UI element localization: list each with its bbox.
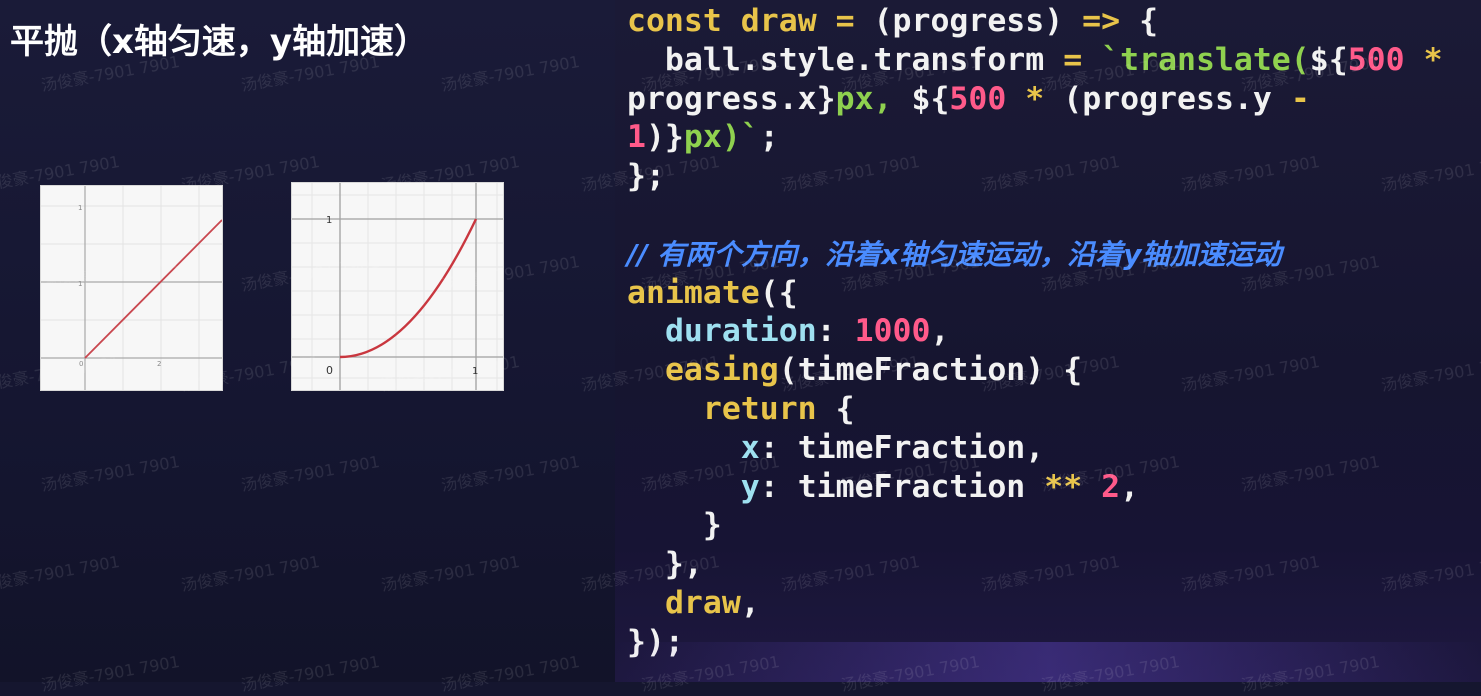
code-token: : — [816, 313, 855, 350]
code-line: } — [627, 506, 1443, 545]
code-token: x — [740, 429, 760, 466]
code-token: ${ — [1309, 41, 1348, 78]
code-token: 1 — [627, 119, 646, 156]
code-token: : timeFraction — [759, 468, 1045, 505]
code-token: duration — [664, 313, 817, 350]
code-token: }; — [627, 158, 665, 195]
bottom-glow — [615, 642, 1481, 682]
code-token: * — [1025, 80, 1045, 117]
code-token: px)` — [683, 119, 760, 156]
code-token: ({ — [759, 274, 798, 311]
code-token: ; — [759, 119, 779, 156]
linear-origin-label: 0 — [79, 360, 83, 368]
code-token: ball.style.transform — [627, 41, 1064, 78]
code-line: draw, — [627, 584, 1443, 623]
code-line: easing(timeFraction) { — [627, 351, 1443, 390]
code-token: { — [816, 390, 855, 427]
quadratic-y-label: 1 — [326, 215, 332, 226]
code-token: progress.x} — [627, 80, 836, 117]
slide-left-panel: 平抛（x轴匀速，y轴加速） 1 1 0 2 0 1 1 — [0, 0, 615, 682]
code-token: : timeFraction, — [759, 429, 1045, 466]
code-token: draw — [740, 3, 817, 39]
code-token: animate — [627, 274, 760, 311]
quadratic-curve — [339, 218, 478, 359]
code-token: y — [740, 468, 760, 505]
code-line: progress.x}px, ${500 * (progress.y - — [627, 80, 1443, 119]
code-token: return — [702, 390, 817, 427]
code-token: px, — [835, 80, 912, 117]
code-panel: const draw = (progress) => { ball.style.… — [615, 0, 1481, 682]
code-token: 1000 — [854, 313, 931, 350]
code-line: ball.style.transform = `translate(${500 … — [627, 41, 1443, 80]
code-line: }, — [627, 545, 1443, 584]
linear-curve — [84, 219, 222, 359]
code-token: easing — [664, 352, 779, 389]
code-line: duration: 1000, — [627, 312, 1443, 351]
code-token: ${ — [911, 80, 950, 117]
code-line: return { — [627, 390, 1443, 429]
code-token: , — [930, 313, 950, 350]
code-token: (progress) — [854, 3, 1083, 39]
linear-x-label: 2 — [157, 360, 161, 368]
code-line: x: timeFraction, — [627, 429, 1443, 468]
quadratic-x-label: 1 — [472, 366, 478, 377]
code-token: , — [1120, 468, 1140, 505]
code-line: 1)}px)`; — [627, 118, 1443, 157]
quadratic-graph-svg: 0 1 1 — [292, 183, 503, 390]
linear-y-label: 1 — [78, 204, 82, 212]
code-line: const draw = (progress) => { — [627, 2, 1443, 41]
code-line: animate({ — [627, 274, 1443, 313]
code-token: (progress.y — [1044, 80, 1291, 117]
code-token: = — [1063, 41, 1083, 78]
linear-y-mid-label: 1 — [78, 280, 82, 288]
code-token: - — [1290, 80, 1310, 117]
code-token: (timeFraction) { — [778, 352, 1083, 389]
slide-title: 平抛（x轴匀速，y轴加速） — [10, 22, 429, 62]
code-line: // 有两个方向，沿着x轴匀速运动，沿着y轴加速运动 — [627, 235, 1443, 274]
code-token: `translate( — [1101, 41, 1310, 78]
code-token: * — [1423, 41, 1443, 78]
linear-graph: 1 1 0 2 — [40, 185, 223, 391]
code-token: 500 — [949, 80, 1007, 117]
linear-graph-svg: 1 1 0 2 — [41, 186, 222, 390]
code-token: )} — [645, 119, 684, 156]
code-token: 500 — [1347, 41, 1405, 78]
code-token: // 有两个方向，沿着x轴匀速运动，沿着y轴加速运动 — [627, 237, 1282, 271]
code-token: ** — [1044, 468, 1083, 505]
code-line: }; — [627, 157, 1443, 196]
code-token: }, — [627, 546, 703, 583]
code-token: } — [627, 507, 722, 544]
code-token: const — [627, 3, 722, 39]
quadratic-graph: 0 1 1 — [291, 182, 504, 391]
code-token: { — [1120, 3, 1159, 39]
code-token: , — [740, 584, 760, 621]
code-block: const draw = (progress) => { ball.style.… — [627, 2, 1443, 662]
code-token: = — [835, 3, 855, 39]
code-token: => — [1082, 3, 1121, 39]
quadratic-origin-label: 0 — [326, 364, 333, 377]
code-line: y: timeFraction ** 2, — [627, 468, 1443, 507]
code-token: 2 — [1101, 468, 1121, 505]
code-token: draw — [664, 584, 741, 621]
